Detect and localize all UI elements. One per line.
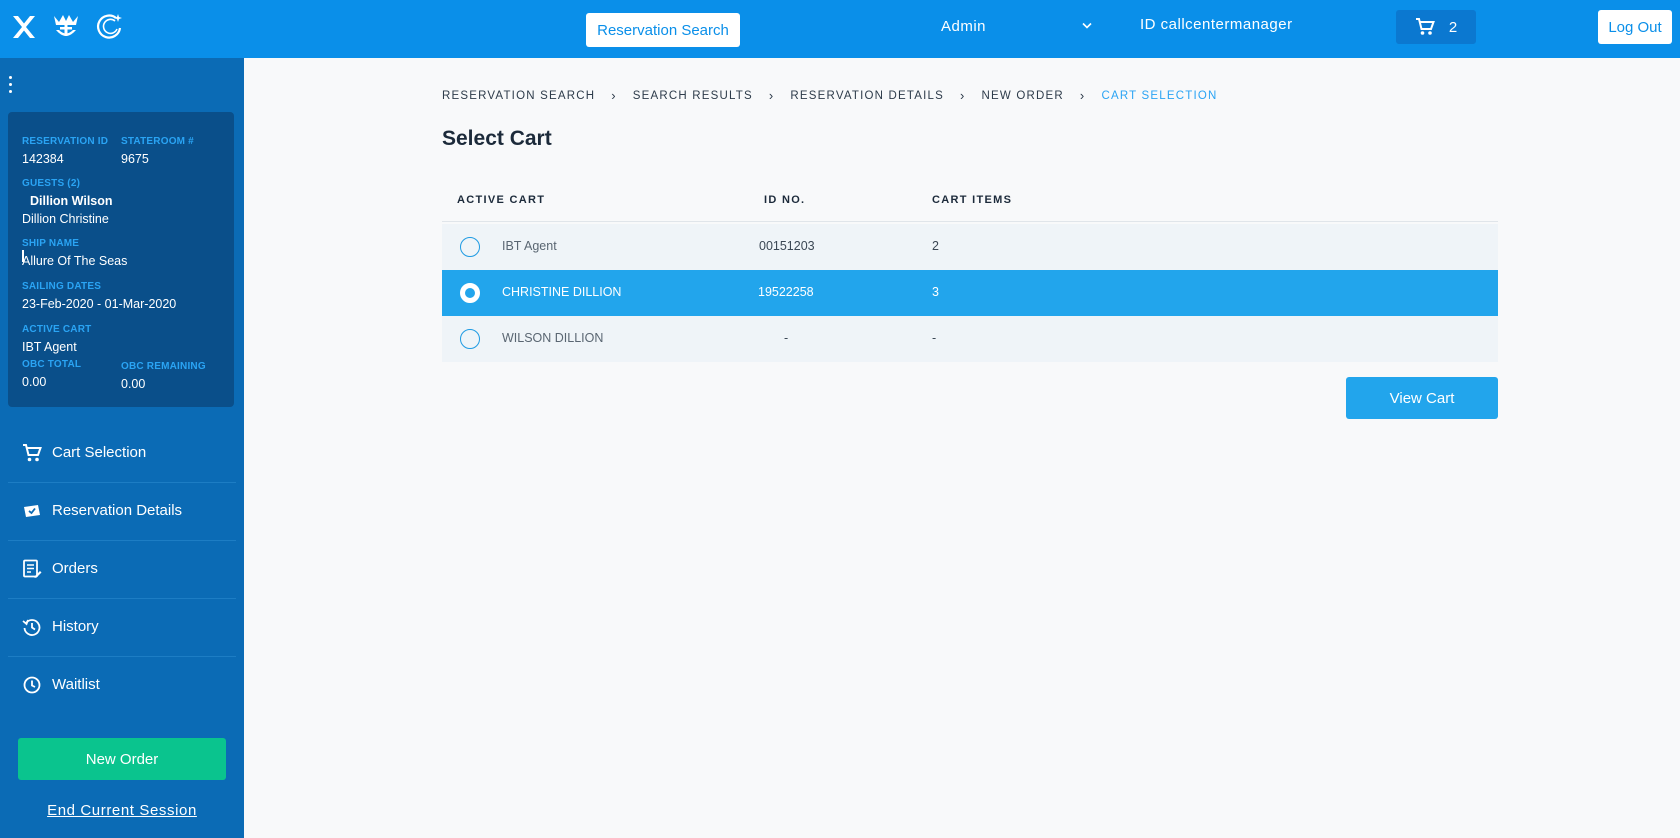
chevron-right-icon: ›	[768, 88, 775, 103]
ship-name-value: Allure Of The Seas	[22, 254, 128, 268]
cart-id: 19522258	[758, 285, 814, 299]
cart-radio[interactable]	[460, 283, 480, 303]
x-logo-icon	[13, 16, 35, 38]
orders-icon	[23, 559, 42, 578]
reservation-search-button[interactable]: Reservation Search	[586, 13, 740, 47]
obc-total-value: 0.00	[22, 375, 47, 389]
cart-count: 2	[1448, 18, 1458, 36]
obc-remaining-value: 0.00	[121, 377, 146, 391]
history-icon	[22, 619, 41, 636]
cart-items: 2	[932, 239, 939, 253]
new-order-button[interactable]: New Order	[18, 738, 226, 780]
top-bar: Reservation Search Admin ID callcenterma…	[0, 0, 1680, 58]
cart-radio[interactable]	[460, 237, 480, 257]
clock-icon	[23, 676, 41, 694]
sidebar-item-orders[interactable]: Orders	[0, 540, 244, 598]
end-session-link[interactable]: End Current Session	[0, 802, 244, 819]
breadcrumb-cart-selection: CART SELECTION	[1101, 89, 1218, 102]
breadcrumb-reservation-search[interactable]: RESERVATION SEARCH	[442, 90, 595, 102]
sailing-dates-label: SAILING DATES	[22, 281, 102, 292]
cart-items: 3	[932, 285, 939, 299]
cart-icon	[23, 444, 42, 462]
sidebar-item-label: Waitlist	[52, 676, 100, 693]
breadcrumb-reservation-details[interactable]: RESERVATION DETAILS	[790, 90, 944, 102]
stateroom-label: STATEROOM #	[121, 136, 194, 147]
table-row[interactable]: IBT Agent 00151203 2	[442, 224, 1498, 270]
obc-remaining-label: OBC REMAINING	[121, 361, 206, 372]
cart-name: CHRISTINE DILLION	[502, 285, 622, 299]
ship-name-label: SHIP NAME	[22, 238, 80, 249]
guest-secondary: Dillion Christine	[22, 212, 109, 226]
cart-id: -	[784, 331, 789, 345]
cart-name: WILSON DILLION	[502, 331, 604, 345]
reservation-info-card: RESERVATION ID 142384 STATEROOM # 9675 G…	[8, 112, 234, 407]
sidebar-item-label: Orders	[52, 560, 98, 577]
guests-label: GUESTS (2)	[22, 178, 81, 189]
cart-id: 00151203	[759, 239, 815, 253]
table-row[interactable]: WILSON DILLION - -	[442, 316, 1498, 362]
table-header: ACTIVE CART ID NO. CART ITEMS	[442, 190, 1498, 222]
sidebar-item-label: Cart Selection	[52, 444, 147, 461]
stateroom-value: 9675	[121, 152, 149, 166]
sidebar-item-waitlist[interactable]: Waitlist	[0, 656, 244, 714]
user-id: ID callcentermanager	[1140, 16, 1293, 33]
column-header-id: ID NO.	[764, 194, 806, 206]
column-header-active-cart: ACTIVE CART	[457, 194, 546, 206]
active-cart-label: ACTIVE CART	[22, 324, 92, 335]
chevron-right-icon: ›	[611, 88, 617, 103]
table-row[interactable]: CHRISTINE DILLION 19522258 3	[442, 270, 1498, 316]
sidebar-item-history[interactable]: History	[0, 598, 244, 656]
cart-items: -	[932, 331, 937, 345]
active-cart-value: IBT Agent	[22, 340, 77, 354]
ticket-icon	[24, 505, 40, 517]
sailing-dates-value: 23-Feb-2020 - 01-Mar-2020	[22, 297, 177, 311]
celebrity-logo-icon	[97, 14, 122, 39]
reservation-id-label: RESERVATION ID	[22, 136, 109, 147]
breadcrumb-new-order[interactable]: NEW ORDER	[982, 90, 1064, 102]
chevron-down-icon	[1082, 22, 1092, 29]
more-options-icon[interactable]	[8, 76, 14, 98]
reservation-id-value: 142384	[22, 152, 64, 166]
brand-logos	[10, 12, 124, 42]
page-title: Select Cart	[442, 127, 552, 150]
role-select-value: Admin	[941, 17, 987, 35]
sidebar-item-label: Reservation Details	[52, 502, 183, 519]
cart-icon	[1415, 18, 1435, 35]
logout-button[interactable]: Log Out	[1598, 10, 1672, 44]
sidebar: RESERVATION ID 142384 STATEROOM # 9675 G…	[0, 58, 244, 838]
cart-name: IBT Agent	[502, 239, 557, 253]
column-header-cart-items: CART ITEMS	[932, 194, 1013, 206]
cart-radio[interactable]	[460, 329, 480, 349]
breadcrumb: RESERVATION SEARCH › SEARCH RESULTS › RE…	[442, 88, 1218, 103]
header-cart-button[interactable]: 2	[1396, 10, 1476, 44]
obc-total-label: OBC TOTAL	[22, 359, 82, 370]
chevron-right-icon: ›	[960, 88, 966, 103]
sidebar-item-reservation-details[interactable]: Reservation Details	[0, 482, 244, 540]
breadcrumb-search-results[interactable]: SEARCH RESULTS	[633, 90, 753, 102]
sidebar-item-cart-selection[interactable]: Cart Selection	[0, 424, 244, 482]
view-cart-button[interactable]: View Cart	[1346, 377, 1498, 419]
chevron-right-icon: ›	[1079, 88, 1086, 103]
sidebar-item-label: History	[52, 618, 99, 635]
guest-primary: Dillion Wilson	[30, 194, 113, 208]
role-select[interactable]: Admin	[941, 14, 1093, 38]
crown-anchor-icon	[54, 15, 78, 36]
